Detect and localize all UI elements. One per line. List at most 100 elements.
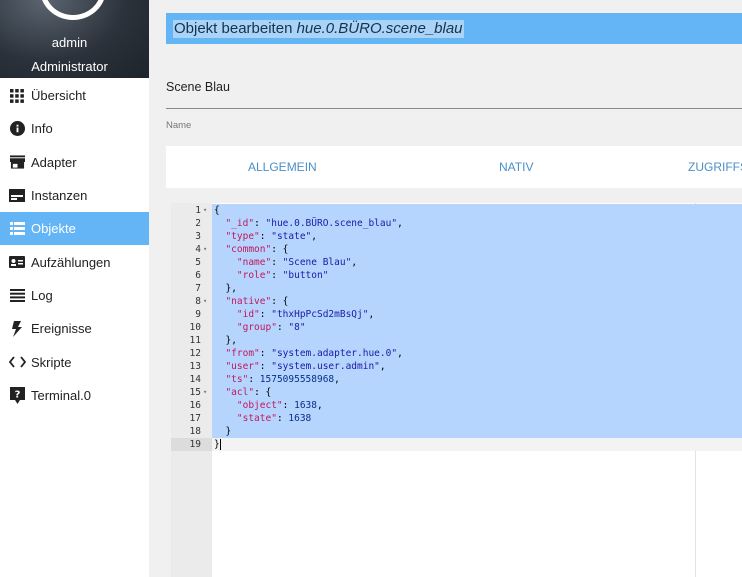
main-content: Objekt bearbeiten hue.0.BÜRO.scene_blau … [149,0,742,577]
line-number: 2 [195,218,201,229]
code-text: "state": 1638 [236,413,312,424]
code-text: }, [225,283,237,294]
sidebar-item-label: Übersicht [31,88,86,104]
line-number: 13 [189,361,201,372]
code-text: "type": "state", [225,231,318,242]
code-text: } [214,439,221,450]
code-text: }, [225,335,237,346]
code-text: } [225,426,232,437]
editor-code[interactable]: 1 ▾{2 "_id": "hue.0.BÜRO.scene_blau", 3 "t… [171,204,742,451]
svg-text:?: ? [14,389,20,400]
code-text: "native": { [225,296,289,307]
sidebar-item-info[interactable]: Info [0,112,149,145]
fold-toggle-icon[interactable]: ▾ [203,386,211,399]
help-icon: ? [0,386,31,404]
code-line[interactable]: 11 }, [171,334,742,347]
line-number: 18 [189,426,201,437]
line-number: 5 [195,257,201,268]
store-icon [0,155,31,169]
fold-toggle-icon[interactable]: ▾ [203,204,211,217]
line-number: 10 [189,322,201,333]
name-field-value[interactable]: Scene Blau [166,80,230,94]
sidebar-item-adapter[interactable]: Adapter [0,146,149,179]
sidebar-item-label: Log [31,287,53,303]
code-text: "from": "system.adapter.hue.0", [225,348,403,359]
code-text: "_id": "hue.0.BÜRO.scene_blau", [225,218,403,229]
user-name: admin [51,35,88,50]
code-line[interactable]: 17 "state": 1638 [171,412,742,425]
lightning-icon [0,320,31,337]
sidebar: admin Administrator Übersicht Info Adapter… [0,0,149,577]
sidebar-item-objekte[interactable]: Objekte [0,212,149,246]
code-line[interactable]: 7 }, [171,282,742,295]
code-line[interactable]: 13 "user": "system.user.admin", [171,360,742,373]
grid-icon [0,88,31,103]
code-line[interactable]: 18 } [171,425,742,438]
code-line[interactable]: 3 "type": "state", [171,230,742,243]
code-line[interactable]: 1 ▾{ [171,204,742,217]
code-line[interactable]: 14 "ts": 1575095558968, [171,373,742,386]
code-text: "role": "button" [236,270,329,281]
code-text: "user": "system.user.admin", [225,361,386,372]
line-number: 15 [189,387,201,398]
line-number: 14 [189,374,201,385]
line-number: 7 [195,283,201,294]
code-line[interactable]: 5 "name": "Scene Blau", [171,256,742,269]
sidebar-item-label: Terminal.0 [31,387,91,403]
code-text: { [214,205,220,216]
code-text: "name": "Scene Blau", [236,257,358,268]
code-line[interactable]: 15 ▾ "acl": { [171,386,742,399]
dialog-header: Objekt bearbeiten hue.0.BÜRO.scene_blau [166,13,742,44]
line-number: 9 [195,309,201,320]
text-cursor [219,439,221,450]
sidebar-item-terminal-0[interactable]: ? Terminal.0 [0,379,149,412]
sidebar-item-log[interactable]: Log [0,279,149,312]
line-number: 11 [189,335,201,346]
avatar[interactable] [40,0,106,20]
code-line[interactable]: 4 ▾ "common": { [171,243,742,256]
code-line[interactable]: 2 "_id": "hue.0.BÜRO.scene_blau", [171,217,742,230]
sidebar-item-label: Instanzen [31,188,88,204]
line-number: 8 [195,296,201,307]
code-line[interactable]: 6 "role": "button" [171,269,742,282]
user-role: Administrator [31,59,108,74]
info-icon [0,121,31,137]
sidebar-nav: Übersicht Info Adapter Instanzen Objekte Aufz… [0,79,149,412]
code-text: "object": 1638, [236,400,323,411]
code-line[interactable]: 8 ▾ "native": { [171,295,742,308]
name-field-label: Name [166,120,192,131]
code-line[interactable]: 16 "object": 1638, [171,399,742,412]
line-number: 12 [189,348,201,359]
line-number: 1 [195,205,201,216]
code-line[interactable]: 9 "id": "thxHpPcSd2mBsQj", [171,308,742,321]
json-editor[interactable]: 1 ▾{2 "_id": "hue.0.BÜRO.scene_blau", 3 "t… [171,203,742,577]
code-text: "acl": { [225,387,272,398]
tab-nativ[interactable]: NATIV [499,160,533,174]
line-number: 4 [195,244,201,255]
code-line[interactable]: 12 "from": "system.adapter.hue.0", [171,347,742,360]
sidebar-item-ereignisse[interactable]: Ereignisse [0,312,149,345]
list-icon [0,222,31,236]
sidebar-item-instanzen[interactable]: Instanzen [0,179,149,212]
fold-toggle-icon[interactable]: ▾ [203,243,211,256]
code-icon [0,356,31,368]
tab-allgemein[interactable]: ALLGEMEIN [248,160,317,174]
line-number: 3 [195,231,201,242]
sidebar-item-aufzählungen[interactable]: Aufzählungen [0,245,149,278]
code-line[interactable]: 19} [171,438,742,451]
code-text: "group": "8" [236,322,306,333]
sidebar-item-label: Info [31,121,53,137]
dialog-title: Objekt bearbeiten hue.0.BÜRO.scene_blau [173,20,464,38]
line-number: 6 [195,270,201,281]
tab-zugriffs[interactable]: ZUGRIFFS [688,160,742,174]
code-text: "id": "thxHpPcSd2mBsQj", [236,309,375,320]
sidebar-item-label: Skripte [31,354,72,370]
code-line[interactable]: 10 "group": "8" [171,321,742,334]
sidebar-item-label: Ereignisse [31,321,92,337]
sidebar-item-label: Adapter [31,154,77,170]
log-icon [0,288,31,302]
sidebar-item-skripte[interactable]: Skripte [0,345,149,378]
sidebar-item-übersicht[interactable]: Übersicht [0,79,149,112]
fold-toggle-icon[interactable]: ▾ [203,295,211,308]
name-field-underline [166,108,742,109]
